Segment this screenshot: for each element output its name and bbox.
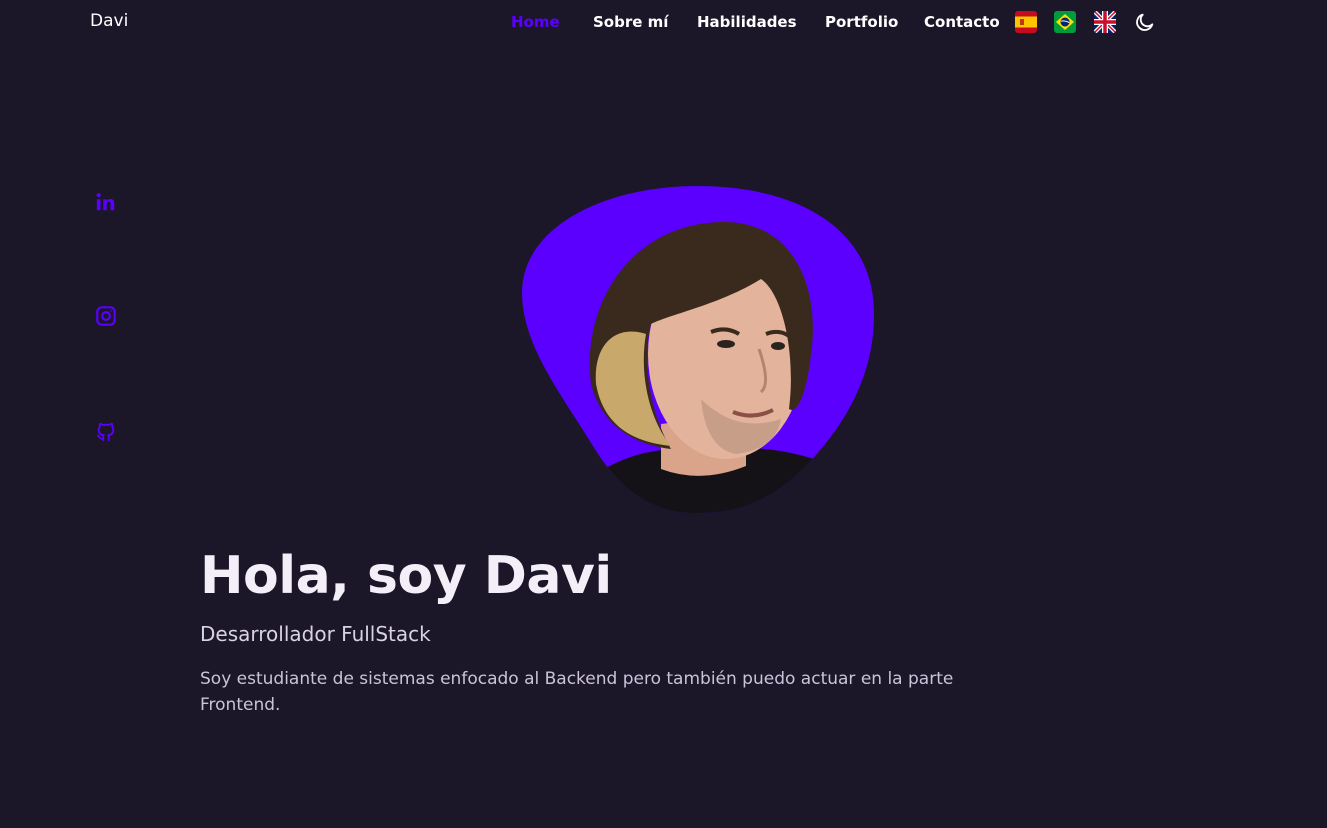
linkedin-icon[interactable]: [95, 191, 117, 213]
page: Davi Home Sobre mí Habilidades Portfolio…: [0, 0, 1327, 828]
nav-contacto[interactable]: Contacto: [924, 12, 1000, 32]
uk-flag-icon[interactable]: [1094, 11, 1116, 33]
profile-photo: [521, 186, 875, 514]
nav-home[interactable]: Home: [511, 12, 560, 32]
instagram-icon[interactable]: [95, 305, 117, 327]
nav-portfolio[interactable]: Portfolio: [825, 12, 898, 32]
nav-sobre-mi[interactable]: Sobre mí: [593, 12, 668, 32]
spain-flag-icon[interactable]: [1015, 11, 1037, 33]
nav-habilidades[interactable]: Habilidades: [697, 12, 797, 32]
hero-subtitle: Desarrollador FullStack: [200, 622, 431, 646]
brazil-flag-icon[interactable]: [1054, 11, 1076, 33]
logo-link[interactable]: Davi: [90, 11, 128, 31]
hero-title: Hola, soy Davi: [200, 546, 612, 606]
moon-icon[interactable]: [1134, 11, 1156, 33]
hero-description: Soy estudiante de sistemas enfocado al B…: [200, 669, 954, 715]
github-icon[interactable]: [95, 421, 117, 443]
